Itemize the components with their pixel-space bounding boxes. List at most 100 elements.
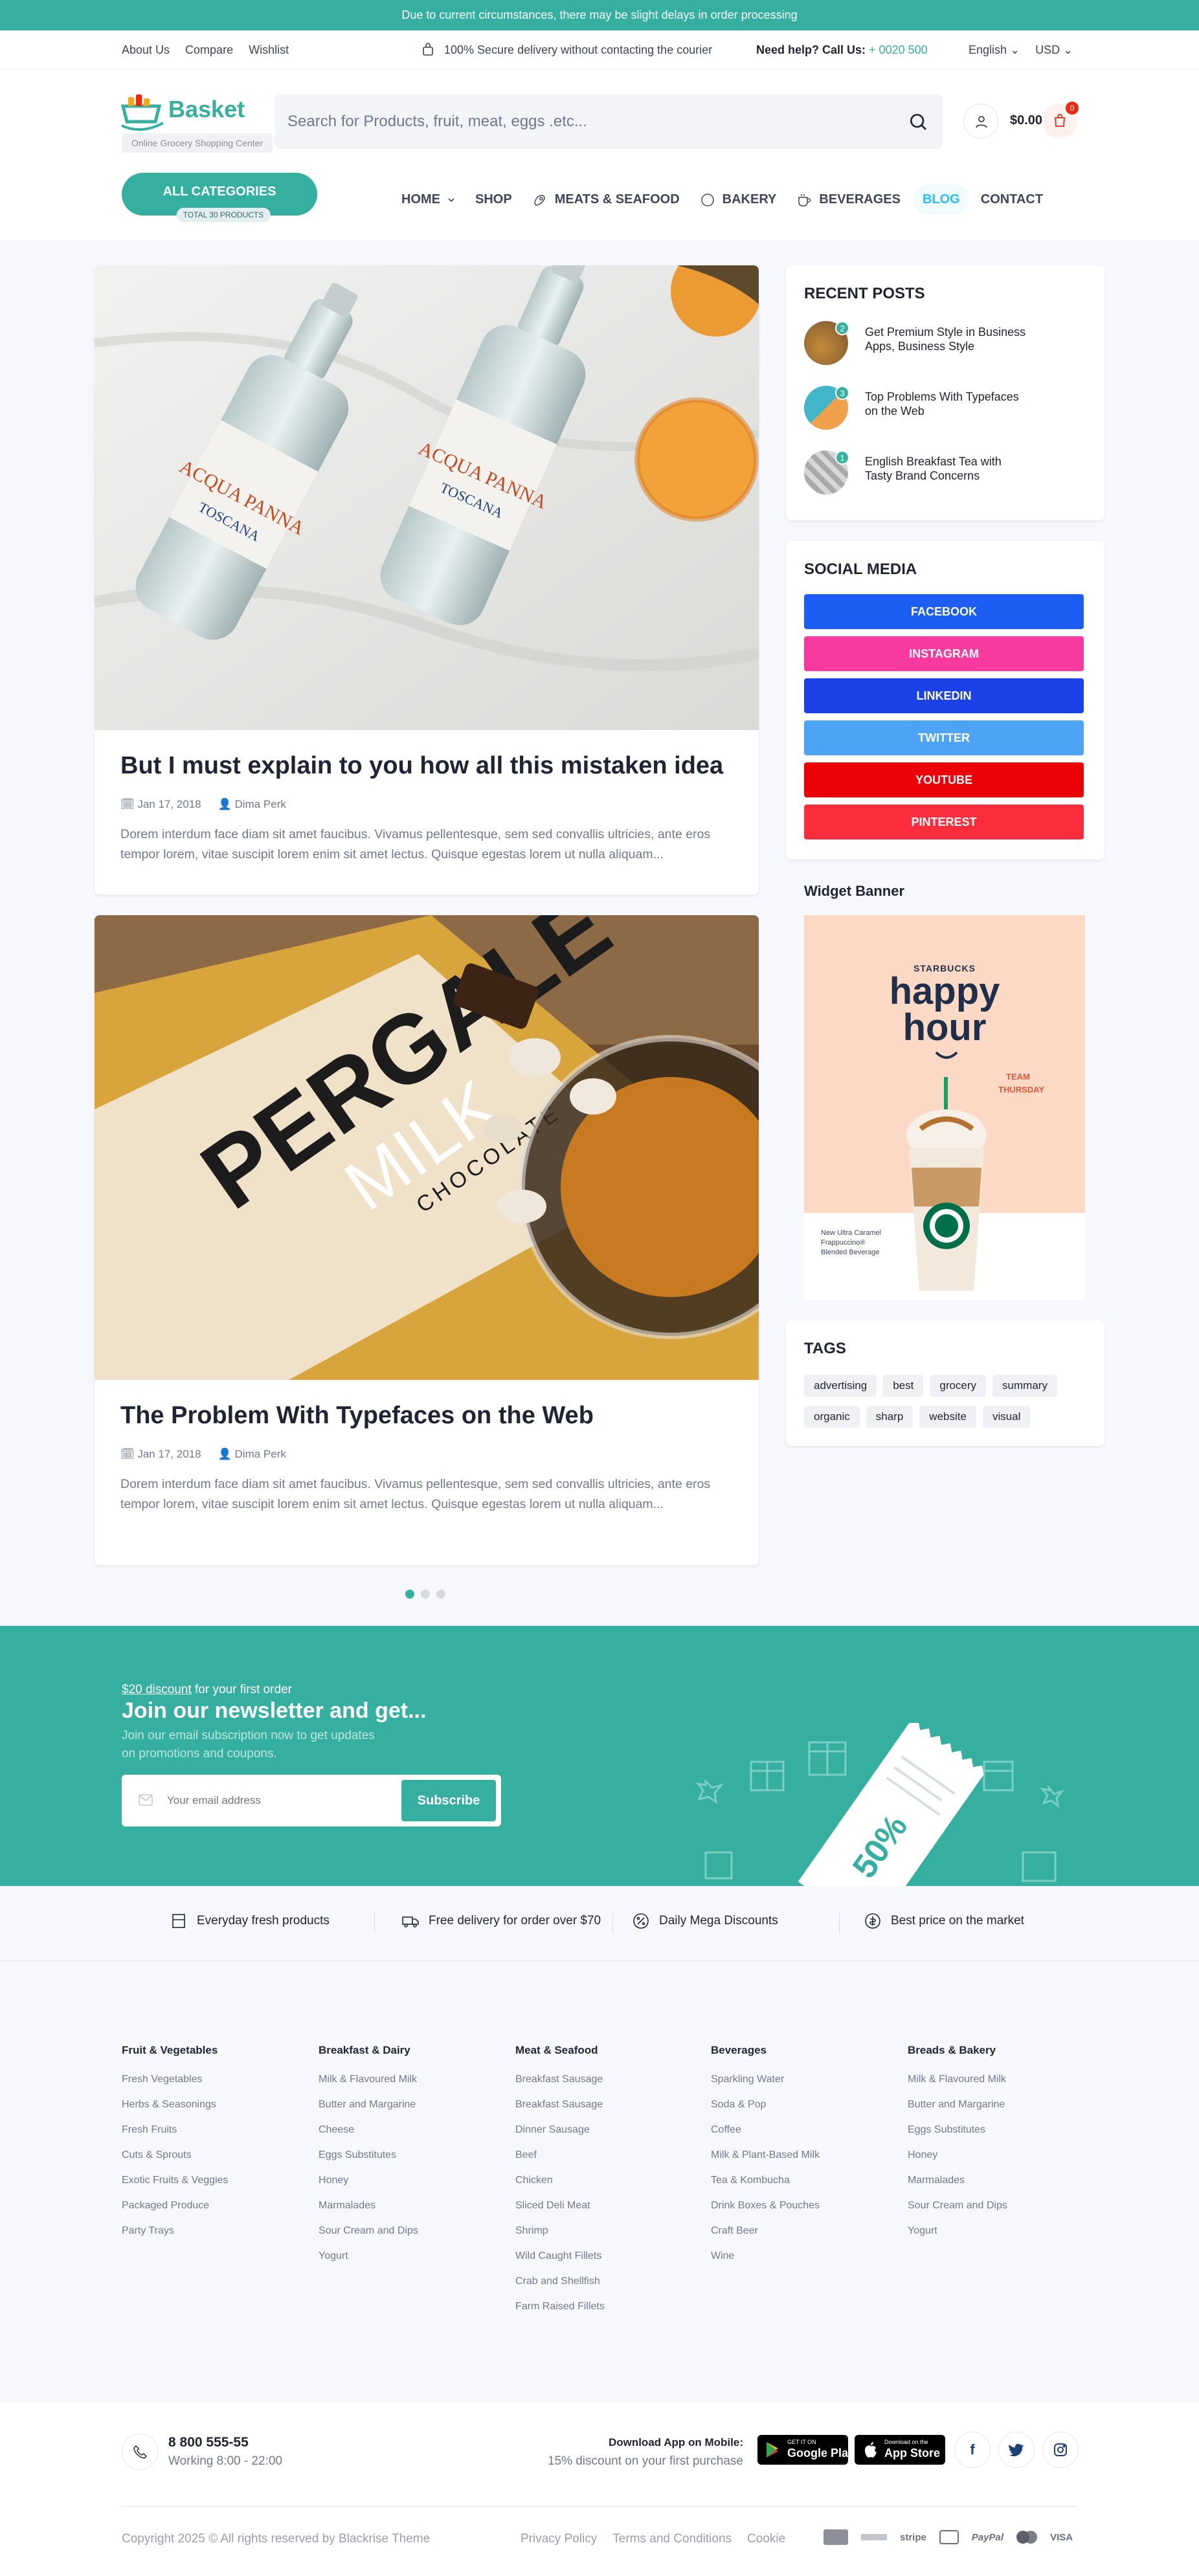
footer-link[interactable]: Eggs Substitutes	[319, 2149, 418, 2175]
subscribe-button[interactable]: Subscribe	[401, 1780, 496, 1821]
post-image[interactable]: ACQUA PANNA TOSCANA ACQUA PANNA TOSCANA	[95, 265, 759, 730]
pinterest-button[interactable]: PINTEREST	[804, 805, 1084, 839]
wishlist-link[interactable]: Wishlist	[249, 43, 289, 57]
footer-link[interactable]: Marmalades	[319, 2200, 418, 2225]
recent-post-item[interactable]: 1 English Breakfast Tea with Tasty Brand…	[804, 450, 1027, 494]
footer-link[interactable]: Milk & Flavoured Milk	[908, 2074, 1007, 2099]
footer-link[interactable]: Craft Beer	[711, 2225, 820, 2250]
footer-link[interactable]: Shrimp	[515, 2225, 605, 2250]
shopping-bag-icon	[1055, 114, 1065, 127]
footer-link[interactable]: Wild Caught Fillets	[515, 2250, 605, 2276]
tag-summary[interactable]: summary	[992, 1375, 1057, 1397]
tag-advertising[interactable]: advertising	[804, 1375, 877, 1397]
help-phone[interactable]: + 0020 500	[869, 43, 928, 56]
post-author[interactable]: 👤 Dima Perk	[218, 1448, 286, 1461]
footer-link[interactable]: Yogurt	[908, 2225, 1007, 2250]
tag-visual[interactable]: visual	[982, 1406, 1031, 1428]
search-icon[interactable]	[908, 111, 928, 132]
twitter-icon[interactable]	[998, 2432, 1035, 2468]
footer-link[interactable]: Butter and Margarine	[319, 2099, 418, 2124]
app-store-button[interactable]: Download on the App Store	[855, 2435, 945, 2465]
footer-link[interactable]: Butter and Margarine	[908, 2099, 1007, 2124]
footer-link[interactable]: Sour Cream and Dips	[908, 2200, 1007, 2225]
promo-banner[interactable]: STARBUCKS happy hour TEAM THURSDAY New U…	[804, 915, 1085, 1300]
footer-link[interactable]: Sliced Deli Meat	[515, 2200, 605, 2225]
footer-link[interactable]: Breakfast Sausage	[515, 2074, 605, 2099]
footer-link[interactable]: Sparkling Water	[711, 2074, 820, 2099]
search-input[interactable]	[287, 94, 883, 149]
nav-home[interactable]: HOME	[401, 192, 456, 207]
site-logo[interactable]: Basket Online Grocery Shopping Center	[119, 92, 273, 153]
tag-website[interactable]: website	[919, 1406, 976, 1428]
pagination-dot[interactable]	[436, 1590, 445, 1599]
about-us-link[interactable]: About Us	[122, 43, 170, 57]
footer-link[interactable]: Packaged Produce	[122, 2200, 229, 2225]
account-button[interactable]	[963, 104, 998, 139]
recent-post-item[interactable]: 2 Get Premium Style in Business Apps, Bu…	[804, 321, 1027, 365]
compare-link[interactable]: Compare	[185, 43, 233, 57]
recent-post-thumb: 1	[804, 450, 849, 494]
footer-link[interactable]: Tea & Kombucha	[711, 2175, 820, 2200]
footer-link[interactable]: Cheese	[319, 2124, 418, 2149]
nav-bakery[interactable]: BAKERY	[699, 192, 776, 208]
nav-blog[interactable]: BLOG	[913, 184, 969, 215]
newsletter-email-input[interactable]	[167, 1788, 387, 1814]
footer-link[interactable]: Breakfast Sausage	[515, 2099, 605, 2124]
nav-shop[interactable]: SHOP	[475, 192, 512, 207]
footer-link[interactable]: Party Trays	[122, 2225, 229, 2250]
google-play-button[interactable]: GET IT ON Google Play	[757, 2435, 855, 2465]
footer-link[interactable]: Milk & Plant-Based Milk	[711, 2149, 820, 2175]
footer-link[interactable]: Honey	[319, 2175, 418, 2200]
instagram-icon[interactable]	[1042, 2432, 1079, 2468]
footer-link[interactable]: Soda & Pop	[711, 2099, 820, 2124]
footer-link[interactable]: Eggs Substitutes	[908, 2124, 1007, 2149]
privacy-policy-link[interactable]: Privacy Policy	[521, 2532, 597, 2546]
footer-link[interactable]: Fresh Fruits	[122, 2124, 229, 2149]
footer-link[interactable]: Crab and Shellfish	[515, 2276, 605, 2301]
linkedin-button[interactable]: LINKEDIN	[804, 678, 1084, 713]
instagram-button[interactable]: INSTAGRAM	[804, 636, 1084, 671]
all-categories-button[interactable]: ALL CATEGORIES TOTAL 30 PRODUCTS	[122, 173, 317, 222]
footer-link[interactable]: Milk & Flavoured Milk	[319, 2074, 418, 2099]
footer-link[interactable]: Yogurt	[319, 2250, 418, 2276]
footer-link[interactable]: Honey	[908, 2149, 1007, 2175]
footer-link[interactable]: Herbs & Seasonings	[122, 2099, 229, 2124]
pagination-dot-active[interactable]	[405, 1590, 414, 1599]
nav-contact[interactable]: CONTACT	[981, 192, 1043, 207]
contact-phone[interactable]: 8 800 555-55	[168, 2435, 249, 2450]
coin-icon	[865, 1913, 880, 1929]
post-image[interactable]: PERGALE MILK CHOCOLATE	[95, 915, 759, 1380]
footer-link[interactable]: Farm Raised Fillets	[515, 2301, 605, 2326]
tag-organic[interactable]: organic	[804, 1406, 860, 1428]
post-title[interactable]: But I must explain to you how all this m…	[120, 752, 723, 780]
pagination-dot[interactable]	[421, 1590, 430, 1599]
youtube-button[interactable]: YOUTUBE	[804, 762, 1084, 797]
footer-link[interactable]: Cuts & Sprouts	[122, 2149, 229, 2175]
post-author[interactable]: 👤 Dima Perk	[218, 798, 286, 811]
twitter-button[interactable]: TWITTER	[804, 720, 1084, 755]
terms-link[interactable]: Terms and Conditions	[612, 2532, 732, 2546]
footer-link[interactable]: Exotic Fruits & Veggies	[122, 2175, 229, 2200]
post-title[interactable]: The Problem With Typefaces on the Web	[120, 1402, 594, 1430]
footer-link[interactable]: Wine	[711, 2250, 820, 2276]
nav-meats-seafood[interactable]: MEATS & SEAFOOD	[532, 192, 680, 208]
footer-link[interactable]: Chicken	[515, 2175, 605, 2200]
footer-link[interactable]: Beef	[515, 2149, 605, 2175]
logo-tagline: Online Grocery Shopping Center	[122, 133, 273, 153]
facebook-button[interactable]: FACEBOOK	[804, 594, 1084, 629]
currency-select[interactable]: USD ⌄	[1035, 43, 1073, 57]
footer-link[interactable]: Coffee	[711, 2124, 820, 2149]
footer-link[interactable]: Dinner Sausage	[515, 2124, 605, 2149]
tag-grocery[interactable]: grocery	[930, 1375, 987, 1397]
footer-link[interactable]: Marmalades	[908, 2175, 1007, 2200]
recent-post-item[interactable]: 3 Top Problems With Typefaces on the Web	[804, 386, 1027, 430]
language-select[interactable]: English ⌄	[969, 43, 1020, 57]
footer-link[interactable]: Drink Boxes & Pouches	[711, 2200, 820, 2225]
nav-beverages[interactable]: BEVERAGES	[796, 192, 901, 208]
cookie-link[interactable]: Cookie	[747, 2532, 785, 2546]
tag-best[interactable]: best	[883, 1375, 924, 1397]
footer-link[interactable]: Sour Cream and Dips	[319, 2225, 418, 2250]
footer-link[interactable]: Fresh Vegetables	[122, 2074, 229, 2099]
tag-sharp[interactable]: sharp	[866, 1406, 913, 1428]
facebook-icon[interactable]: f	[954, 2432, 991, 2468]
